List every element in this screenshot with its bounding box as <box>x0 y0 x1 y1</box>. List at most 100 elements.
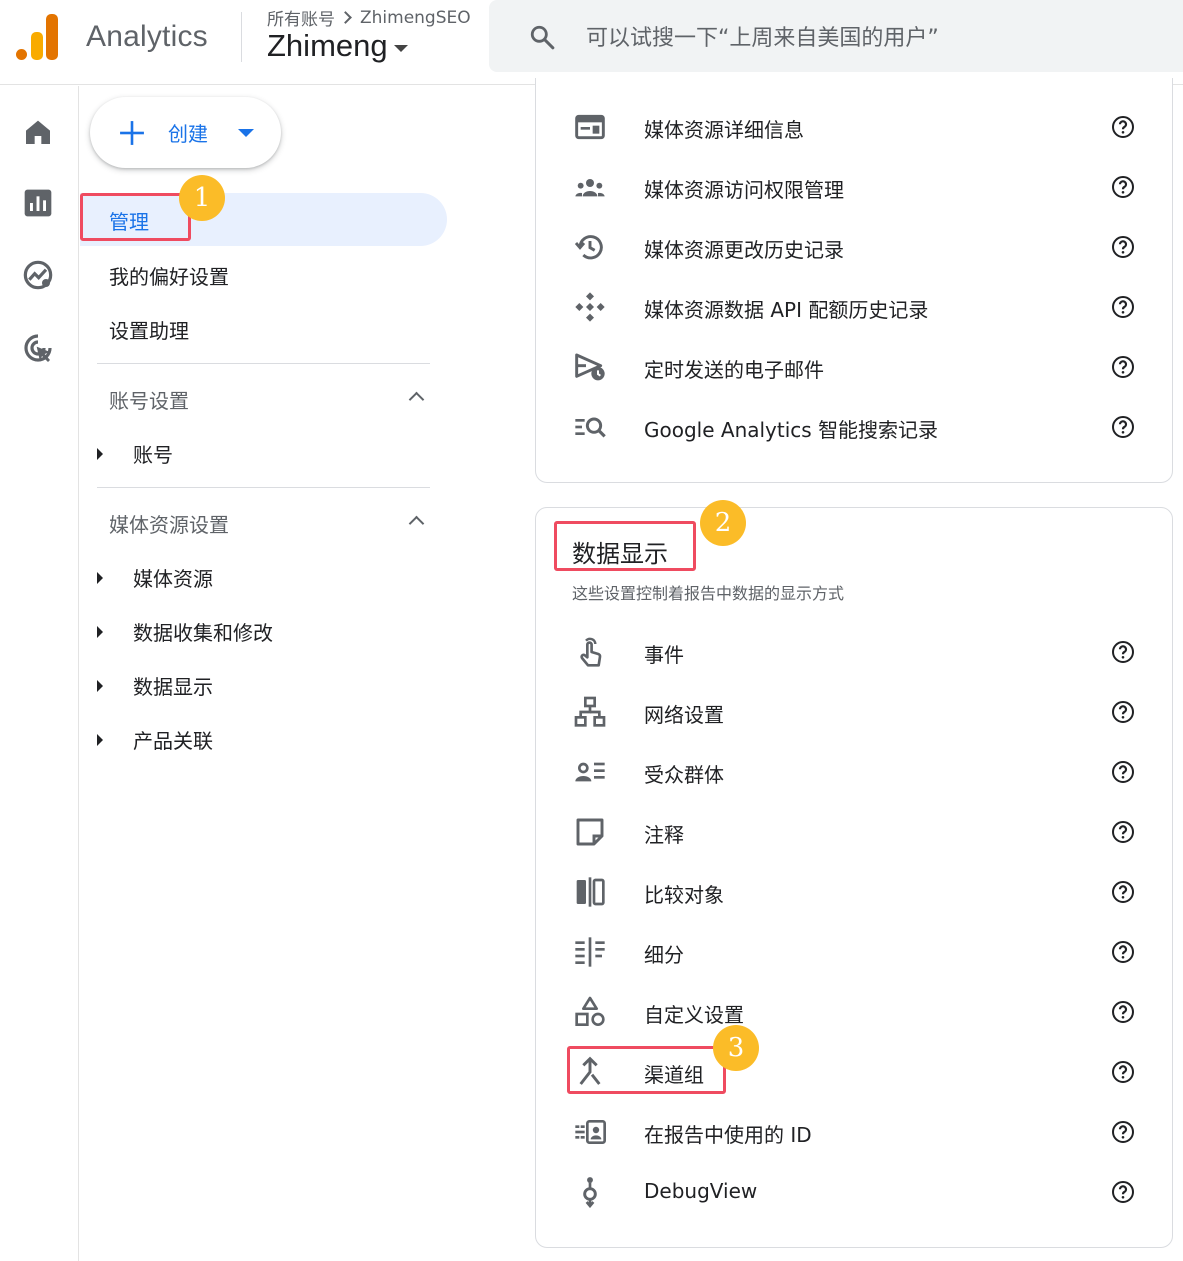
row-scheduled-emails[interactable]: 定时发送的电子邮件 <box>644 354 824 383</box>
annotation-badge-3: 3 <box>713 1025 759 1071</box>
tree-item-label: 数据显示 <box>133 675 213 699</box>
tree-item-data-display[interactable]: 数据显示 <box>97 671 213 700</box>
help-icon[interactable] <box>1111 880 1135 904</box>
reports-icon[interactable] <box>22 187 54 219</box>
header-divider <box>241 12 242 62</box>
access-management-icon <box>575 179 605 197</box>
compare-icon <box>576 877 605 907</box>
account-settings-header[interactable]: 账号设置 <box>109 385 189 414</box>
breadcrumb-parent[interactable]: 所有账号 <box>267 5 335 30</box>
analytics-logo[interactable] <box>16 14 58 60</box>
explore-icon[interactable] <box>22 259 54 291</box>
segments-icon <box>575 937 605 967</box>
help-icon[interactable] <box>1111 940 1135 964</box>
expand-arrow-icon[interactable] <box>97 625 103 638</box>
row-custom-settings[interactable]: 自定义设置 <box>644 999 744 1028</box>
logo-bar-mid <box>31 32 43 60</box>
touch-icon <box>580 637 602 667</box>
row-search-history[interactable]: Google Analytics 智能搜索记录 <box>644 414 938 443</box>
help-icon[interactable] <box>1111 1180 1135 1204</box>
annotation-badge-1: 1 <box>179 175 225 221</box>
api-quota-icon <box>575 292 605 322</box>
chevron-up-icon[interactable] <box>408 391 425 408</box>
advertising-icon[interactable] <box>22 332 54 364</box>
help-icon[interactable] <box>1111 700 1135 724</box>
row-events[interactable]: 事件 <box>644 639 684 668</box>
property-name: Zhimeng <box>267 28 388 63</box>
row-property-details[interactable]: 媒体资源详细信息 <box>644 114 804 143</box>
help-icon[interactable] <box>1111 640 1135 664</box>
tree-item-label: 数据收集和修改 <box>133 621 273 645</box>
create-button[interactable]: 创建 <box>90 97 281 168</box>
card-subtitle: 这些设置控制着报告中数据的显示方式 <box>572 584 845 603</box>
row-comparisons[interactable]: 比较对象 <box>644 879 724 908</box>
breadcrumb-account[interactable]: ZhimengSEO <box>360 8 471 28</box>
scheduled-email-icon <box>575 353 605 381</box>
property-settings-header[interactable]: 媒体资源设置 <box>109 509 229 538</box>
network-icon <box>574 696 606 727</box>
expand-arrow-icon[interactable] <box>97 679 103 692</box>
reporting-id-icon <box>575 1120 606 1144</box>
row-access-management[interactable]: 媒体资源访问权限管理 <box>644 174 844 203</box>
breadcrumb[interactable]: 所有账号 ZhimengSEO <box>267 5 471 31</box>
tree-item-product-links[interactable]: 产品关联 <box>97 725 213 754</box>
row-reporting-identity[interactable]: 在报告中使用的 ID <box>644 1119 812 1148</box>
expand-arrow-icon[interactable] <box>97 733 103 746</box>
search-input[interactable]: 可以试搜一下“上周来自美国的用户” <box>586 20 939 52</box>
top-app-bar: Analytics 所有账号 ZhimengSEO Zhimeng 可以试搜一下… <box>0 0 1183 85</box>
search-bar[interactable]: 可以试搜一下“上周来自美国的用户” <box>489 0 1183 72</box>
help-icon[interactable] <box>1111 415 1135 439</box>
nav-item-setup-assistant[interactable]: 设置助理 <box>109 315 189 344</box>
help-icon[interactable] <box>1111 115 1135 139</box>
logo-dot <box>16 49 27 60</box>
row-debugview[interactable]: DebugView <box>644 1179 757 1203</box>
data-display-card <box>535 507 1173 1248</box>
help-icon[interactable] <box>1111 355 1135 379</box>
plus-icon <box>120 121 144 145</box>
help-icon[interactable] <box>1111 820 1135 844</box>
row-network-settings[interactable]: 网络设置 <box>644 699 724 728</box>
audience-icon <box>575 762 605 782</box>
tree-item-label: 产品关联 <box>133 729 213 753</box>
annotation-box-data-display <box>554 521 696 571</box>
chevron-up-icon[interactable] <box>408 515 425 532</box>
help-icon[interactable] <box>1111 235 1135 259</box>
annotation-badge-2: 2 <box>700 500 746 546</box>
shapes-icon <box>575 996 605 1026</box>
tree-item-property[interactable]: 媒体资源 <box>97 563 213 592</box>
expand-arrow-icon[interactable] <box>97 571 103 584</box>
chevron-right-icon <box>339 11 352 24</box>
annotation-box-admin <box>80 193 191 241</box>
divider <box>97 363 430 364</box>
help-icon[interactable] <box>1111 1120 1135 1144</box>
row-audiences[interactable]: 受众群体 <box>644 759 724 788</box>
help-icon[interactable] <box>1111 1060 1135 1084</box>
nav-rail <box>0 86 79 1261</box>
tree-item-account[interactable]: 账号 <box>97 439 173 468</box>
expand-arrow-icon[interactable] <box>97 447 103 460</box>
caret-down-icon <box>238 129 254 137</box>
debug-icon <box>583 1177 597 1208</box>
home-icon[interactable] <box>22 116 54 148</box>
nav-item-preferences[interactable]: 我的偏好设置 <box>109 261 229 290</box>
search-history-icon <box>575 417 606 438</box>
row-segments[interactable]: 细分 <box>644 939 684 968</box>
help-icon[interactable] <box>1111 295 1135 319</box>
divider <box>97 487 430 488</box>
annotation-box-channel-groups <box>567 1046 726 1094</box>
tree-item-data-collection[interactable]: 数据收集和修改 <box>97 617 273 646</box>
note-icon <box>576 818 604 846</box>
tree-item-label: 账号 <box>133 443 173 467</box>
caret-down-icon <box>393 44 408 52</box>
row-api-quota-history[interactable]: 媒体资源数据 API 配额历史记录 <box>644 294 928 323</box>
row-annotations[interactable]: 注释 <box>644 819 684 848</box>
property-picker[interactable]: Zhimeng <box>267 28 408 64</box>
tree-item-label: 媒体资源 <box>133 567 213 591</box>
row-change-history[interactable]: 媒体资源更改历史记录 <box>644 234 844 263</box>
help-icon[interactable] <box>1111 175 1135 199</box>
create-label: 创建 <box>168 122 208 146</box>
help-icon[interactable] <box>1111 760 1135 784</box>
app-title: Analytics <box>86 20 208 53</box>
logo-bar-tall <box>46 14 58 60</box>
help-icon[interactable] <box>1111 1000 1135 1024</box>
